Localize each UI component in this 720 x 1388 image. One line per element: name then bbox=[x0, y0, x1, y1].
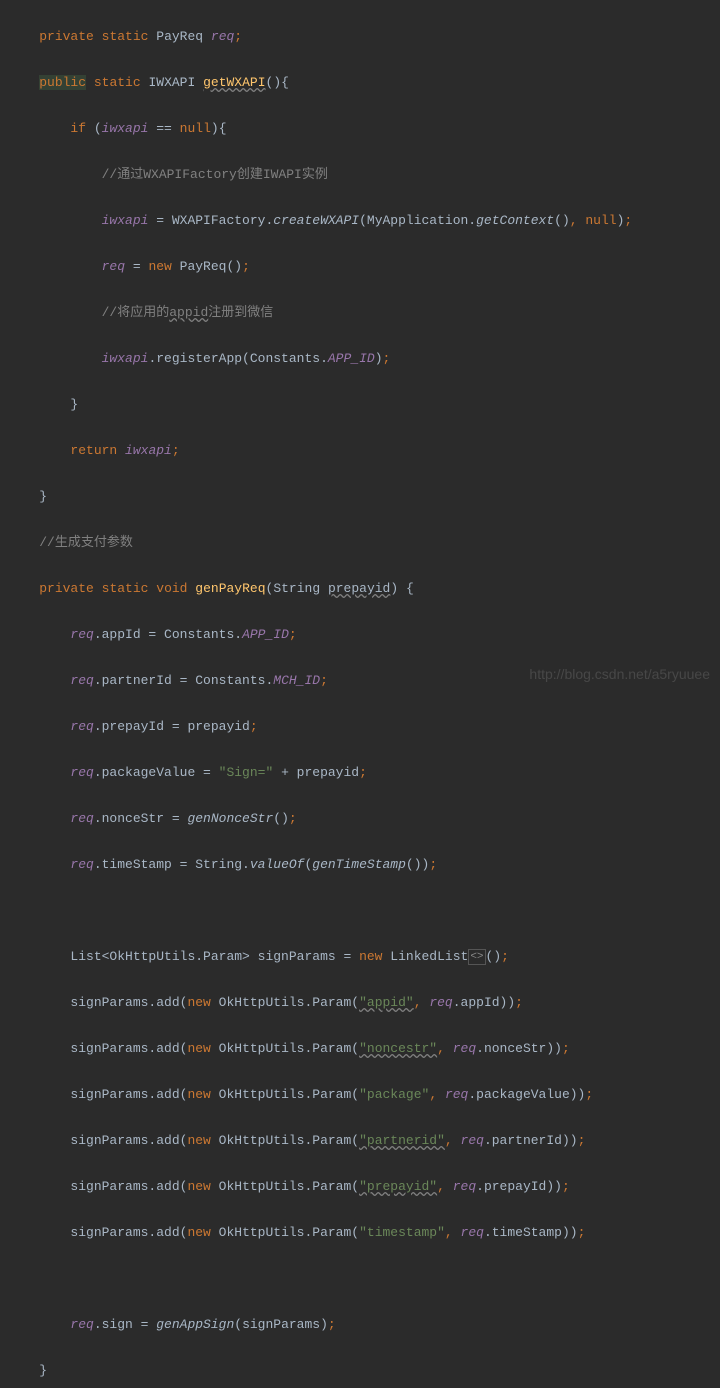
code-editor[interactable]: private static PayReq req; public static… bbox=[0, 0, 720, 1388]
code-line: req.prepayId = prepayid; bbox=[8, 715, 720, 738]
code-line bbox=[8, 899, 720, 922]
code-line: req.sign = genAppSign(signParams); bbox=[8, 1313, 720, 1336]
type: IWXAPI bbox=[148, 75, 195, 90]
code-line: signParams.add(new OkHttpUtils.Param("pr… bbox=[8, 1175, 720, 1198]
code-line: signParams.add(new OkHttpUtils.Param("pa… bbox=[8, 1129, 720, 1152]
code-line: private static void genPayReq(String pre… bbox=[8, 577, 720, 600]
comment: //通过WXAPIFactory创建IWAPI实例 bbox=[102, 167, 328, 182]
code-line: private static PayReq req; bbox=[8, 25, 720, 48]
code-line: public static IWXAPI getWXAPI(){ bbox=[8, 71, 720, 94]
keyword: private bbox=[39, 29, 94, 44]
code-line: } bbox=[8, 393, 720, 416]
code-line: //通过WXAPIFactory创建IWAPI实例 bbox=[8, 163, 720, 186]
code-line: } bbox=[8, 485, 720, 508]
code-line: req.packageValue = "Sign=" + prepayid; bbox=[8, 761, 720, 784]
code-line: } bbox=[8, 1359, 720, 1382]
code-line: //将应用的appid注册到微信 bbox=[8, 301, 720, 324]
keyword: static bbox=[94, 75, 141, 90]
code-line: List<OkHttpUtils.Param> signParams = new… bbox=[8, 945, 720, 968]
code-line: signParams.add(new OkHttpUtils.Param("no… bbox=[8, 1037, 720, 1060]
code-line: iwxapi = WXAPIFactory.createWXAPI(MyAppl… bbox=[8, 209, 720, 232]
code-line: signParams.add(new OkHttpUtils.Param("pa… bbox=[8, 1083, 720, 1106]
code-line: if (iwxapi == null){ bbox=[8, 117, 720, 140]
field: req bbox=[211, 29, 234, 44]
method-name: genPayReq bbox=[195, 581, 265, 596]
code-line bbox=[8, 1267, 720, 1290]
code-line: req.partnerId = Constants.MCH_ID; bbox=[8, 669, 720, 692]
type: PayReq bbox=[156, 29, 203, 44]
keyword: public bbox=[39, 75, 86, 90]
method-name: getWXAPI bbox=[203, 75, 265, 90]
comment: //生成支付参数 bbox=[39, 535, 133, 550]
keyword: static bbox=[102, 29, 149, 44]
code-line: req.timeStamp = String.valueOf(genTimeSt… bbox=[8, 853, 720, 876]
code-line: req = new PayReq(); bbox=[8, 255, 720, 278]
code-line: signParams.add(new OkHttpUtils.Param("ti… bbox=[8, 1221, 720, 1244]
code-line: return iwxapi; bbox=[8, 439, 720, 462]
diamond-operator: <> bbox=[468, 949, 485, 965]
code-line: //生成支付参数 bbox=[8, 531, 720, 554]
code-line: iwxapi.registerApp(Constants.APP_ID); bbox=[8, 347, 720, 370]
code-line: req.nonceStr = genNonceStr(); bbox=[8, 807, 720, 830]
code-line: signParams.add(new OkHttpUtils.Param("ap… bbox=[8, 991, 720, 1014]
code-line: req.appId = Constants.APP_ID; bbox=[8, 623, 720, 646]
